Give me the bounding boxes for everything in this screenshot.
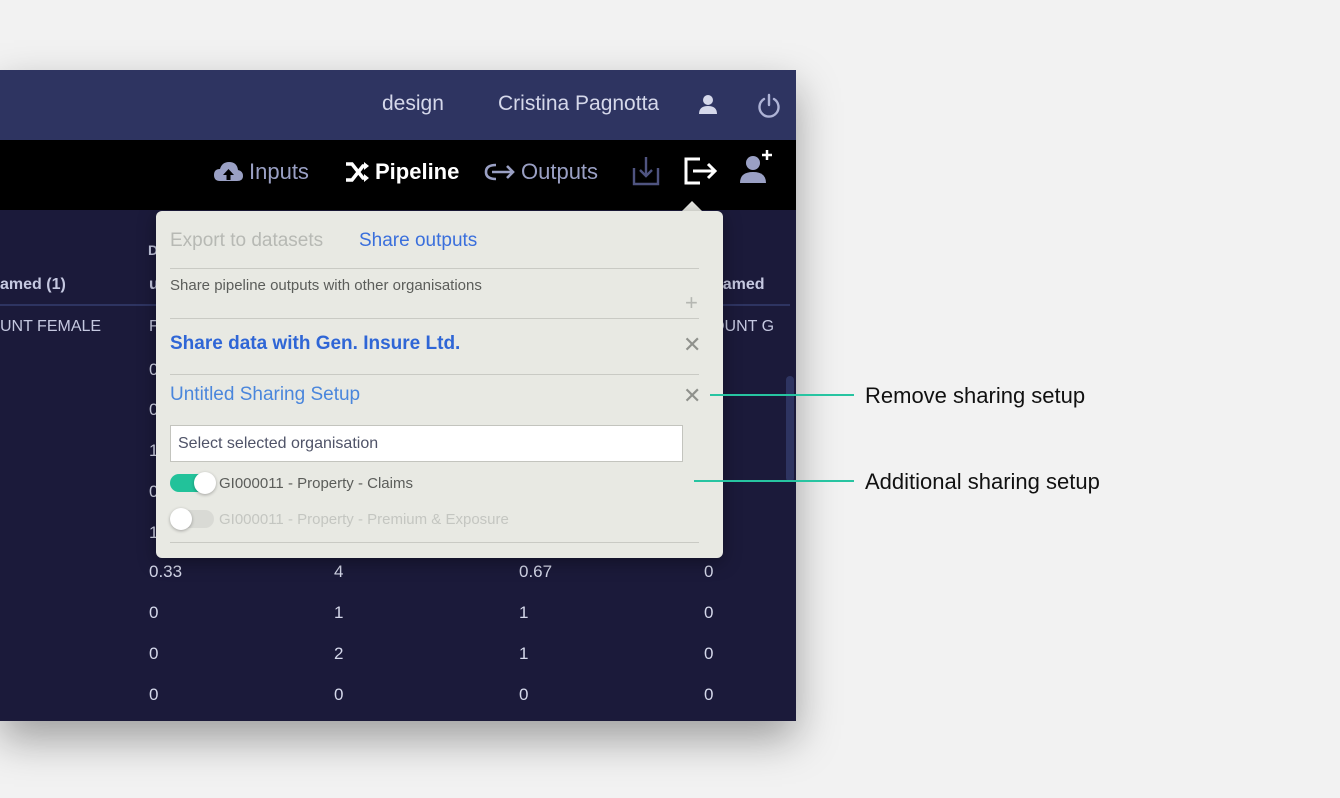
cloud-upload-icon [214, 162, 243, 181]
divider [170, 268, 699, 269]
column-header[interactable]: amed (1) [0, 276, 66, 294]
table-cell: 1 [519, 644, 529, 663]
tab-inputs[interactable]: Inputs [213, 158, 309, 186]
divider [170, 374, 699, 375]
table-scrollbar[interactable] [786, 376, 794, 482]
tab-pipeline-label: Pipeline [375, 159, 460, 184]
toggle-knob [194, 472, 216, 494]
table-cell: 0 [704, 562, 714, 581]
table-cell: 1 [334, 603, 344, 622]
tab-share-outputs[interactable]: Share outputs [359, 230, 477, 252]
user-name[interactable]: Cristina Pagnotta [498, 92, 659, 116]
top-bar: design Cristina Pagnotta [0, 70, 796, 140]
environment-label[interactable]: design [382, 92, 444, 116]
toggle-switch[interactable] [170, 508, 214, 530]
sharing-setup-title[interactable]: Share data with Gen. Insure Ltd. [170, 333, 460, 355]
toggle-label: GI000011 - Property - Premium & Exposure [219, 511, 509, 528]
remove-setup-button[interactable]: ✕ [683, 385, 701, 407]
table-cell: 0 [704, 644, 714, 663]
tab-pipeline[interactable]: Pipeline [345, 158, 459, 186]
tab-inputs-label: Inputs [249, 159, 309, 184]
add-sharing-setup-button[interactable]: + [685, 292, 698, 314]
user-icon[interactable] [698, 94, 718, 114]
organisation-select[interactable]: Select selected organisation [170, 425, 683, 462]
add-user-icon[interactable] [739, 148, 775, 184]
divider [170, 318, 699, 319]
divider [170, 542, 699, 543]
shuffle-icon [346, 162, 369, 182]
power-icon[interactable] [756, 93, 782, 119]
share-export-icon[interactable] [684, 157, 718, 185]
table-cell: 0 [149, 603, 159, 622]
remove-setup-button[interactable]: ✕ [683, 334, 701, 356]
tab-outputs-label: Outputs [521, 159, 599, 184]
table-cell: 0 [704, 603, 714, 622]
sharing-setup-title[interactable]: Untitled Sharing Setup [170, 384, 360, 406]
table-cell: 0 [519, 685, 529, 704]
download-icon[interactable] [632, 156, 660, 186]
callout-additional-sharing-setup: Additional sharing setup [865, 469, 1100, 494]
toggle-knob [170, 508, 192, 530]
table-cell: 0 [149, 685, 159, 704]
callout-line-remove [710, 394, 854, 396]
table-cell: 2 [334, 644, 344, 663]
table-cell: 1 [519, 603, 529, 622]
toolbar: Inputs Pipeline Outputs [0, 140, 796, 210]
toggle-label: GI000011 - Property - Claims [219, 475, 413, 492]
table-cell: 0 [704, 685, 714, 704]
table-cell: 0.33 [149, 562, 183, 581]
tab-export-to-datasets[interactable]: Export to datasets [170, 230, 323, 252]
column-subheader: UNT FEMALE [0, 318, 102, 335]
toggle-switch[interactable] [170, 472, 216, 494]
table-cell: 4 [334, 562, 344, 581]
share-outputs-popup: Export to datasets Share outputs Share p… [156, 211, 723, 558]
arrow-out-icon [484, 163, 515, 181]
callout-line-additional [694, 480, 854, 482]
tab-outputs[interactable]: Outputs [484, 158, 598, 186]
popup-description: Share pipeline outputs with other organi… [170, 277, 482, 294]
table-cell: 0 [334, 685, 344, 704]
callout-remove-sharing-setup: Remove sharing setup [865, 383, 1086, 408]
table-cell: 0 [149, 644, 159, 663]
table-cell: 0.67 [519, 562, 553, 581]
